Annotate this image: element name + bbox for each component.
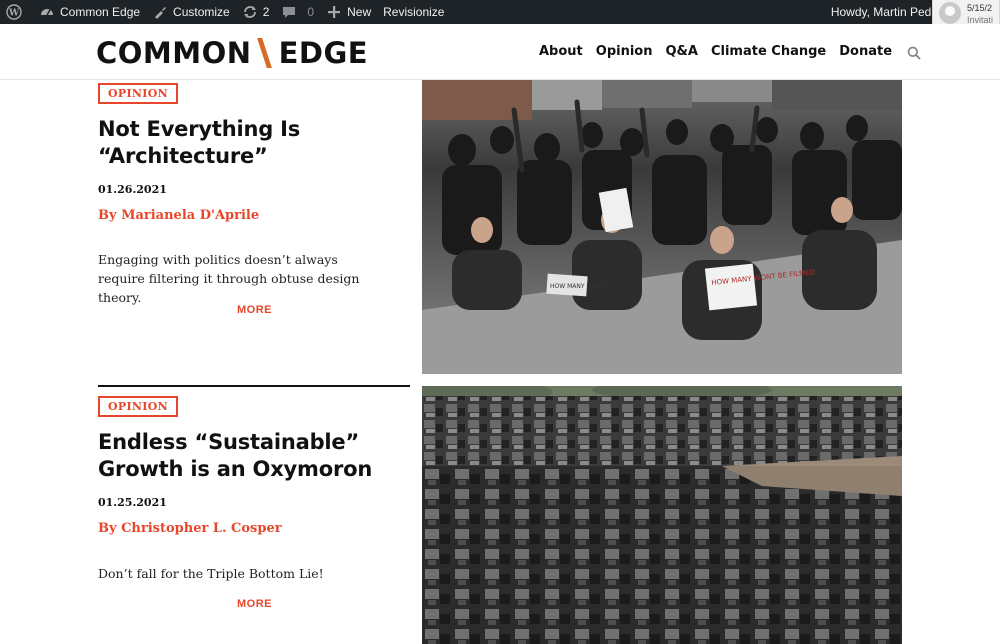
article-title[interactable]: Endless “Sustainable” Growth is an Oxymo… bbox=[98, 429, 398, 483]
article-date: 01.25.2021 bbox=[98, 496, 167, 509]
site-header: COMMON EDGE About Opinion Q&A Climate Ch… bbox=[0, 24, 1000, 80]
greeting: Howdy, Martin Pede bbox=[830, 5, 938, 19]
nav-climate-change[interactable]: Climate Change bbox=[711, 44, 826, 59]
article-excerpt: Engaging with politics doesn’t always re… bbox=[98, 252, 360, 305]
revisionize-link[interactable]: Revisionize bbox=[377, 0, 450, 24]
article-title[interactable]: Not Everything Is “Architecture” bbox=[98, 116, 398, 170]
site-logo[interactable]: COMMON EDGE bbox=[96, 36, 368, 70]
article-author[interactable]: By Christopher L. Cosper bbox=[98, 521, 282, 536]
refresh-icon bbox=[243, 6, 256, 18]
brush-icon bbox=[155, 7, 167, 19]
logo-right: EDGE bbox=[278, 36, 369, 70]
more-link[interactable]: MORE bbox=[237, 598, 272, 610]
wordpress-icon: W bbox=[6, 4, 22, 20]
admin-bar: W Common Edge Customize 2 0 New Revision… bbox=[0, 0, 1000, 24]
new-content-menu[interactable]: New bbox=[320, 0, 377, 24]
main-nav: About Opinion Q&A Climate Change Donate bbox=[539, 44, 921, 60]
dashboard-icon bbox=[41, 9, 53, 16]
article-author[interactable]: By Marianela D'Aprile bbox=[98, 208, 259, 223]
svg-text:W: W bbox=[8, 9, 20, 19]
new-label: New bbox=[347, 5, 372, 19]
comment-icon bbox=[283, 7, 296, 18]
category-badge[interactable]: OPINION bbox=[98, 396, 178, 417]
revisions-count: 2 bbox=[262, 5, 270, 19]
comments-count: 0 bbox=[307, 5, 315, 19]
customize-label: Customize bbox=[173, 5, 230, 19]
logo-slash bbox=[256, 38, 272, 68]
article-image-ewaste[interactable] bbox=[422, 386, 902, 644]
article-excerpt: Don’t fall for the Triple Bottom Lie! bbox=[98, 566, 324, 581]
customize-link[interactable]: Customize bbox=[146, 0, 236, 24]
logo-left: COMMON bbox=[96, 36, 252, 70]
nav-about[interactable]: About bbox=[539, 44, 583, 59]
revisions-menu[interactable]: 2 bbox=[236, 0, 276, 24]
account-menu[interactable]: Howdy, Martin Pede bbox=[831, 0, 938, 24]
site-name: Common Edge bbox=[60, 5, 141, 19]
article-card: OPINION Not Everything Is “Architecture”… bbox=[0, 80, 1000, 374]
plus-icon bbox=[328, 6, 341, 18]
site-name-menu[interactable]: Common Edge bbox=[33, 0, 146, 24]
more-link[interactable]: MORE bbox=[237, 304, 272, 316]
revisionize-label: Revisionize bbox=[383, 5, 445, 19]
article-date: 01.26.2021 bbox=[98, 183, 167, 196]
article-card: OPINION Endless “Sustainable” Growth is … bbox=[0, 386, 1000, 644]
comments-menu[interactable]: 0 bbox=[275, 0, 320, 24]
search-icon[interactable] bbox=[907, 46, 921, 60]
category-badge[interactable]: OPINION bbox=[98, 83, 178, 104]
wordpress-menu[interactable]: W bbox=[0, 0, 33, 24]
user-avatar-icon bbox=[939, 2, 961, 24]
article-image-protest[interactable]: HOW MANY WONT BE FILMED HOW MANY MORE? bbox=[422, 80, 902, 374]
notification-date: 5/15/2 bbox=[967, 3, 993, 13]
nav-opinion[interactable]: Opinion bbox=[596, 44, 653, 59]
sign-text-2: HOW MANY MORE? bbox=[550, 283, 607, 290]
nav-donate[interactable]: Donate bbox=[839, 44, 892, 59]
nav-qa[interactable]: Q&A bbox=[666, 44, 698, 59]
